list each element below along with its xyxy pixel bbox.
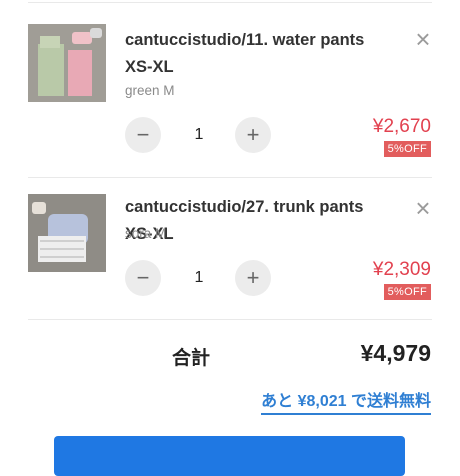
remove-item-button[interactable]: × (413, 26, 433, 52)
item-divider (28, 177, 432, 178)
top-divider (28, 2, 432, 3)
free-shipping-link[interactable]: あと ¥8,021 で送料無料 (261, 387, 431, 415)
decrease-quantity-button[interactable]: − (125, 117, 161, 153)
item-price: ¥2,670 (372, 116, 431, 137)
discount-badge: 5%OFF (383, 284, 431, 300)
summary-divider (28, 319, 432, 320)
product-thumbnail[interactable] (28, 24, 106, 102)
quantity-value: 1 (194, 269, 204, 286)
decrease-quantity-button[interactable]: − (125, 260, 161, 296)
total-value: ¥4,979 (360, 340, 431, 366)
product-image-icon (28, 24, 106, 102)
product-title[interactable]: cantuccistudio/11. water pants XS-XL (125, 27, 390, 81)
increase-quantity-button[interactable]: + (235, 117, 271, 153)
remove-item-button[interactable]: × (413, 195, 433, 221)
quantity-value: 1 (194, 126, 204, 143)
discount-badge: 5%OFF (383, 141, 431, 157)
product-image-icon (28, 194, 106, 272)
product-variant: sora M (125, 226, 167, 241)
total-label: 合計 (172, 348, 211, 369)
item-price: ¥2,309 (372, 259, 431, 280)
checkout-button[interactable] (54, 436, 405, 476)
product-thumbnail[interactable] (28, 194, 106, 272)
product-variant: green M (125, 83, 175, 98)
increase-quantity-button[interactable]: + (235, 260, 271, 296)
